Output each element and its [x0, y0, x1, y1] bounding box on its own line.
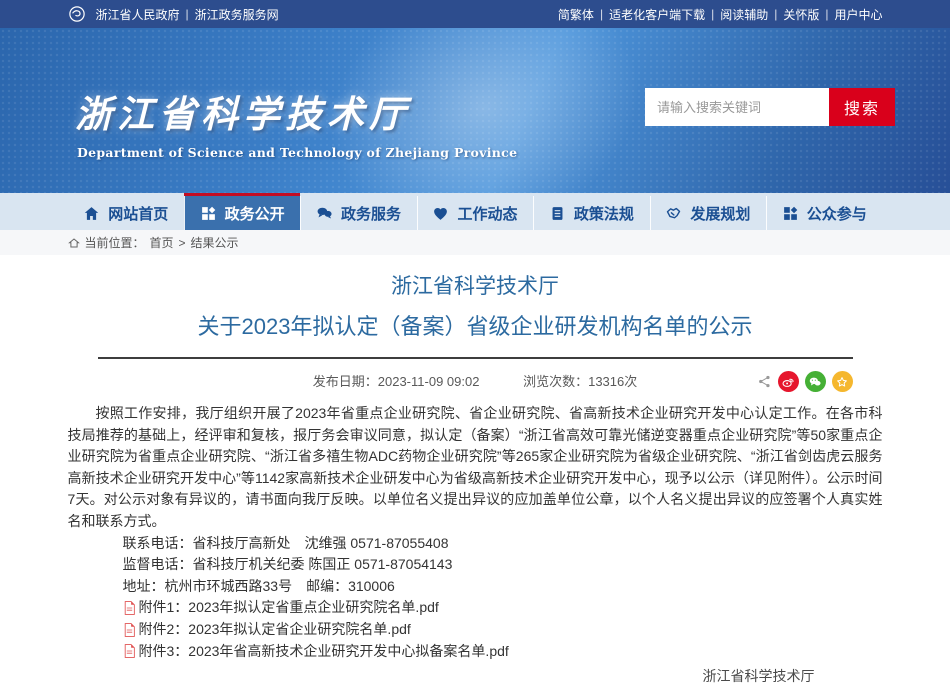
search-button[interactable]: 搜索 — [829, 88, 895, 126]
article-title-line1: 浙江省科学技术厅 — [68, 273, 883, 301]
contact-phone-line: 联系电话：省科技厅高新处 沈维强 0571-87055408 — [123, 533, 883, 555]
supervision-phone-line: 监督电话：省科技厅机关纪委 陈国正 0571-87054143 — [123, 554, 883, 576]
separator: | — [825, 7, 828, 21]
link-user-center[interactable]: 用户中心 — [834, 6, 882, 23]
publish-date-label: 发布日期： — [313, 374, 378, 389]
nav-item-work-updates[interactable]: 工作动态 — [417, 193, 533, 230]
attachment-label: 附件1：2023年拟认定省重点企业研究院名单.pdf — [139, 597, 439, 619]
chat-bubbles-icon — [316, 205, 333, 222]
pinwheel-icon — [782, 205, 799, 222]
view-count: 浏览次数：13316次 — [523, 374, 637, 389]
announcement-paragraph: 按照工作安排，我厅组织开展了2023年省重点企业研究院、省企业研究院、省高新技术… — [68, 403, 883, 533]
home-icon — [83, 205, 100, 222]
title-divider — [98, 357, 853, 359]
breadcrumb-separator: > — [179, 236, 186, 250]
handshake-icon — [665, 205, 682, 222]
view-count-label: 浏览次数： — [523, 374, 588, 389]
breadcrumb-current[interactable]: 结果公示 — [191, 234, 239, 251]
nav-item-label: 工作动态 — [457, 203, 517, 224]
pinwheel-icon — [200, 205, 217, 222]
pdf-file-icon — [123, 644, 136, 658]
article-content: 浙江省科学技术厅 关于2023年拟认定（备案）省级企业研发机构名单的公示 发布日… — [0, 255, 950, 688]
breadcrumb: 当前位置： 首页 > 结果公示 — [0, 230, 950, 255]
separator: | — [600, 7, 603, 21]
link-government-service-site[interactable]: 浙江政务服务网 — [195, 6, 279, 23]
breadcrumb-prefix: 当前位置： — [85, 234, 145, 251]
heart-icon — [432, 205, 449, 222]
nav-item-label: 政务服务 — [341, 203, 401, 224]
nav-item-label: 网站首页 — [108, 203, 168, 224]
address-line: 地址：杭州市环城西路33号 邮编：310006 — [123, 576, 883, 598]
nav-item-label: 发展规划 — [690, 203, 750, 224]
nav-item-public-participation[interactable]: 公众参与 — [766, 193, 882, 230]
site-title-english: Department of Science and Technology of … — [77, 145, 517, 160]
home-icon — [68, 237, 80, 249]
issuing-authority-signature: 浙江省科学技术厅 — [68, 666, 815, 688]
pdf-file-icon — [123, 601, 136, 615]
share-buttons — [757, 371, 853, 392]
separator: | — [186, 7, 189, 21]
document-icon — [549, 205, 566, 222]
topbar-quick-links: 简繁体 | 适老化客户端下载 | 阅读辅助 | 关怀版 | 用户中心 — [558, 6, 883, 23]
weibo-share-icon[interactable] — [778, 371, 799, 392]
attachment-link-2[interactable]: 附件2：2023年拟认定省企业研究院名单.pdf — [123, 619, 883, 641]
nav-item-label: 政务公开 — [225, 203, 285, 224]
separator: | — [774, 7, 777, 21]
publish-date-value: 2023-11-09 09:02 — [378, 374, 480, 389]
link-accessibility-client-download[interactable]: 适老化客户端下载 — [609, 6, 705, 23]
share-icon[interactable] — [757, 374, 772, 389]
site-search: 搜索 — [645, 88, 895, 126]
government-emblem-icon — [68, 5, 86, 23]
view-count-value: 13316次 — [588, 374, 637, 389]
link-reading-assist[interactable]: 阅读辅助 — [720, 6, 768, 23]
link-provincial-government[interactable]: 浙江省人民政府 — [96, 6, 180, 23]
attachment-label: 附件3：2023年省高新技术企业研究开发中心拟备案名单.pdf — [139, 641, 509, 663]
breadcrumb-home-link[interactable]: 首页 — [150, 234, 174, 251]
link-simplified-traditional[interactable]: 简繁体 — [558, 6, 594, 23]
article-title-line2: 关于2023年拟认定（备案）省级企业研发机构名单的公示 — [68, 312, 883, 342]
favorite-star-icon[interactable] — [832, 371, 853, 392]
top-utility-bar: 浙江省人民政府 | 浙江政务服务网 简繁体 | 适老化客户端下载 | 阅读辅助 … — [0, 0, 950, 28]
pdf-file-icon — [123, 623, 136, 637]
nav-item-label: 政策法规 — [574, 203, 634, 224]
nav-item-gov-services[interactable]: 政务服务 — [300, 193, 416, 230]
nav-item-policies[interactable]: 政策法规 — [533, 193, 649, 230]
nav-item-home[interactable]: 网站首页 — [68, 193, 184, 230]
site-banner: 浙江省科学技术厅 Department of Science and Techn… — [0, 28, 950, 193]
site-title-calligraphy: 浙江省科学技术厅 — [75, 84, 411, 138]
attachment-link-1[interactable]: 附件1：2023年拟认定省重点企业研究院名单.pdf — [123, 597, 883, 619]
publish-date: 发布日期：2023-11-09 09:02 — [313, 374, 483, 389]
nav-item-development-plans[interactable]: 发展规划 — [650, 193, 766, 230]
nav-item-label: 公众参与 — [807, 203, 867, 224]
wechat-share-icon[interactable] — [805, 371, 826, 392]
attachment-label: 附件2：2023年拟认定省企业研究院名单.pdf — [139, 619, 411, 641]
main-navigation: 网站首页 政务公开 政务服务 工作动态 — [0, 193, 950, 230]
article-body: 按照工作安排，我厅组织开展了2023年省重点企业研究院、省企业研究院、省高新技术… — [68, 403, 883, 688]
article-meta-row: 发布日期：2023-11-09 09:02 浏览次数：13316次 — [68, 370, 883, 394]
topbar-site-links: 浙江省人民政府 | 浙江政务服务网 — [68, 5, 279, 23]
attachment-link-3[interactable]: 附件3：2023年省高新技术企业研究开发中心拟备案名单.pdf — [123, 641, 883, 663]
nav-item-gov-disclosure[interactable]: 政务公开 — [184, 193, 300, 230]
search-input[interactable] — [645, 88, 829, 126]
separator: | — [711, 7, 714, 21]
link-care-version[interactable]: 关怀版 — [783, 6, 819, 23]
